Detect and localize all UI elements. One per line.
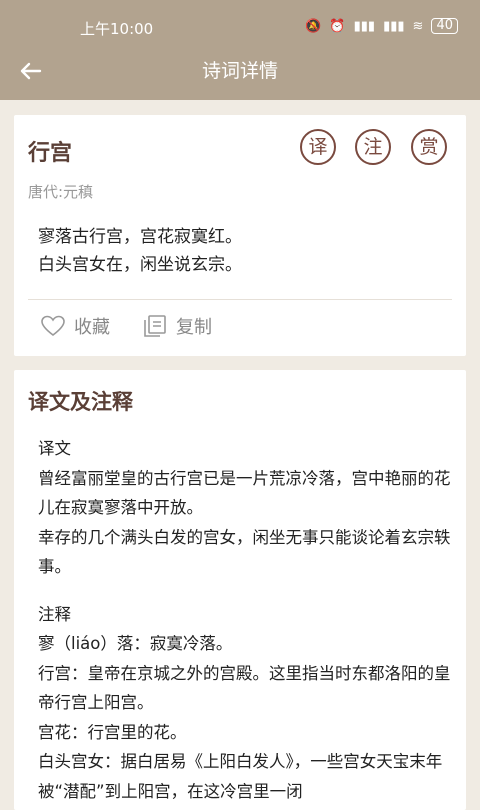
yiwen-line: 曾经富丽堂皇的古行宫已是一片荒凉冷落，宫中艳丽的花儿在寂寞寥落中开放。 [38, 468, 451, 518]
poem-text: 寥落古行宫，宫花寂寞红。 白头宫女在，闲坐说玄宗。 [38, 223, 242, 279]
mute-icon: 🔕 [305, 18, 322, 34]
translation-card: 译文及注释 译文 曾经富丽堂皇的古行宫已是一片荒凉冷落，宫中艳丽的花儿在寂寞寥落… [14, 370, 466, 810]
zhushi-line: 白头宫女：据白居易《上阳白发人》，一些宫女天宝末年被“潜配”到上阳宫，在这冷宫里… [38, 752, 443, 801]
signal-icon: ▮▮▮ [353, 18, 376, 34]
copy-button[interactable]: 复制 [142, 313, 212, 339]
yiwen-line: 幸存的几个满头白发的宫女，闲坐无事只能谈论着玄宗轶事。 [38, 527, 451, 577]
wifi-icon: ≋ [412, 18, 424, 34]
zhushi-line: 宫花：行宫里的花。 [38, 722, 187, 742]
zhushi-line: 行宫：皇帝在京城之外的宫殿。这里指当时东都洛阳的皇帝行宫上阳宫。 [38, 663, 451, 713]
alarm-icon: ⏰ [329, 18, 346, 34]
favorite-button[interactable]: 收藏 [40, 313, 110, 339]
yiwen-label: 译文 [38, 439, 71, 458]
translation-body: 译文 曾经富丽堂皇的古行宫已是一片荒凉冷落，宫中艳丽的花儿在寂寞寥落中开放。 幸… [38, 434, 452, 806]
translation-button[interactable]: 译 [300, 129, 336, 165]
zhushi-label: 注释 [38, 604, 71, 624]
nav-bar: 诗词详情 [0, 46, 480, 96]
copy-label: 复制 [176, 317, 212, 338]
zhushi-line: 寥（liáo）落：寂寞冷落。 [38, 634, 233, 653]
copy-icon [144, 315, 166, 337]
poem-line: 寥落古行宫，宫花寂寞红。 [38, 227, 242, 247]
poem-author: 唐代:元稹 [28, 183, 94, 201]
annotation-button[interactable]: 注 [355, 129, 391, 165]
poem-card: 行宫 译 注 赏 唐代:元稹 寥落古行宫，宫花寂寞红。 白头宫女在，闲坐说玄宗。… [14, 115, 466, 356]
poem-line: 白头宫女在，闲坐说玄宗。 [38, 255, 242, 275]
appreciation-button[interactable]: 赏 [411, 129, 447, 165]
heart-icon [41, 315, 65, 337]
status-icons: 🔕 ⏰ ▮▮▮ ▮▮▮ ≋ 40 [305, 18, 458, 34]
page-title: 诗词详情 [201, 60, 278, 82]
battery-icon: 40 [431, 18, 458, 34]
poem-title: 行宫 [28, 141, 73, 166]
signal-icon-2: ▮▮▮ [383, 18, 405, 34]
divider [28, 299, 452, 300]
status-time: 上午10:00 [80, 20, 154, 38]
section-title: 译文及注释 [28, 390, 133, 414]
header-bar: 上午10:00 🔕 ⏰ ▮▮▮ ▮▮▮ ≋ 40 诗词详情 [0, 0, 480, 100]
favorite-label: 收藏 [74, 317, 110, 338]
